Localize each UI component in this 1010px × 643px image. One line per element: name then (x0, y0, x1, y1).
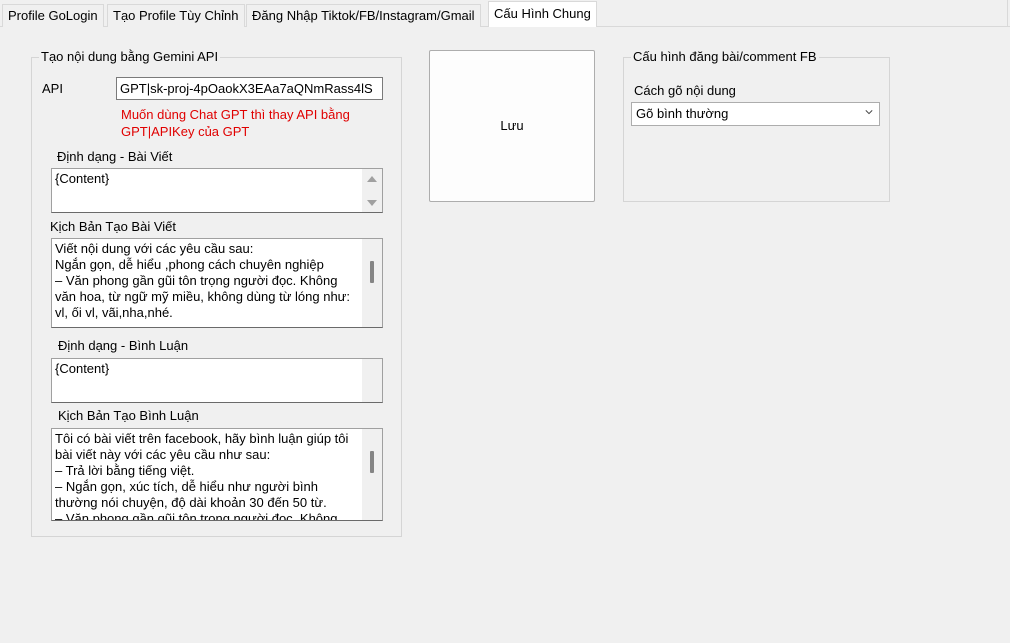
fb-group-title: Cấu hình đăng bài/comment FB (631, 49, 819, 65)
chevron-down-icon (865, 110, 873, 115)
post-script-scrollbar[interactable] (362, 239, 382, 327)
api-hint-text: Muốn dùng Chat GPT thì thay API bằng GPT… (121, 107, 350, 139)
comment-script-scrollbar[interactable] (362, 429, 382, 520)
tab-strip-edge (1007, 0, 1008, 27)
scroll-down-icon[interactable] (367, 200, 377, 206)
api-label: API (42, 81, 63, 96)
post-format-scrollbar[interactable] (362, 169, 382, 212)
fb-post-settings-group: Cấu hình đăng bài/comment FB (623, 49, 890, 202)
post-format-textarea[interactable]: {Content} (51, 168, 383, 213)
typing-method-select[interactable]: Gõ bình thường (631, 102, 880, 126)
post-script-label: Kịch Bản Tạo Bài Viết (50, 219, 176, 234)
tab-strip: Profile GoLogin Tạo Profile Tùy Chỉnh Đă… (0, 0, 1010, 27)
comment-format-text: {Content} (55, 361, 110, 376)
tab-create-custom-profile[interactable]: Tạo Profile Tùy Chỉnh (107, 4, 245, 27)
post-script-text: Viết nội dung với các yêu cầu sau: Ngắn … (55, 241, 350, 320)
tab-profile-gologin[interactable]: Profile GoLogin (2, 4, 104, 27)
scroll-thumb[interactable] (370, 261, 374, 283)
api-key-input[interactable]: GPT|sk-proj-4pOaokX3EAa7aQNmRass4lS (116, 77, 383, 100)
tab-general-settings[interactable]: Cấu Hình Chung (488, 1, 597, 27)
gemini-group-title: Tạo nội dung bằng Gemini API (39, 49, 221, 65)
save-button-label: Lưu (500, 118, 524, 133)
typing-method-value: Gõ bình thường (636, 106, 729, 121)
comment-script-text: Tôi có bài viết trên facebook, hãy bình … (55, 431, 349, 521)
post-format-label: Định dạng - Bài Viết (57, 149, 173, 164)
post-format-text: {Content} (55, 171, 110, 186)
comment-format-scrollbar[interactable] (362, 359, 382, 402)
comment-format-label: Định dạng - Bình Luận (58, 338, 189, 353)
comment-script-textarea[interactable]: Tôi có bài viết trên facebook, hãy bình … (51, 428, 383, 521)
save-button[interactable]: Lưu (429, 50, 595, 202)
post-script-textarea[interactable]: Viết nội dung với các yêu cầu sau: Ngắn … (51, 238, 383, 328)
scroll-thumb[interactable] (370, 451, 374, 473)
typing-method-label: Cách gõ nội dung (634, 83, 736, 98)
scroll-up-icon[interactable] (367, 176, 377, 182)
tab-login-accounts[interactable]: Đăng Nhập Tiktok/FB/Instagram/Gmail (246, 4, 481, 27)
comment-script-label: Kịch Bản Tạo Bình Luận (58, 408, 199, 423)
comment-format-textarea[interactable]: {Content} (51, 358, 383, 403)
